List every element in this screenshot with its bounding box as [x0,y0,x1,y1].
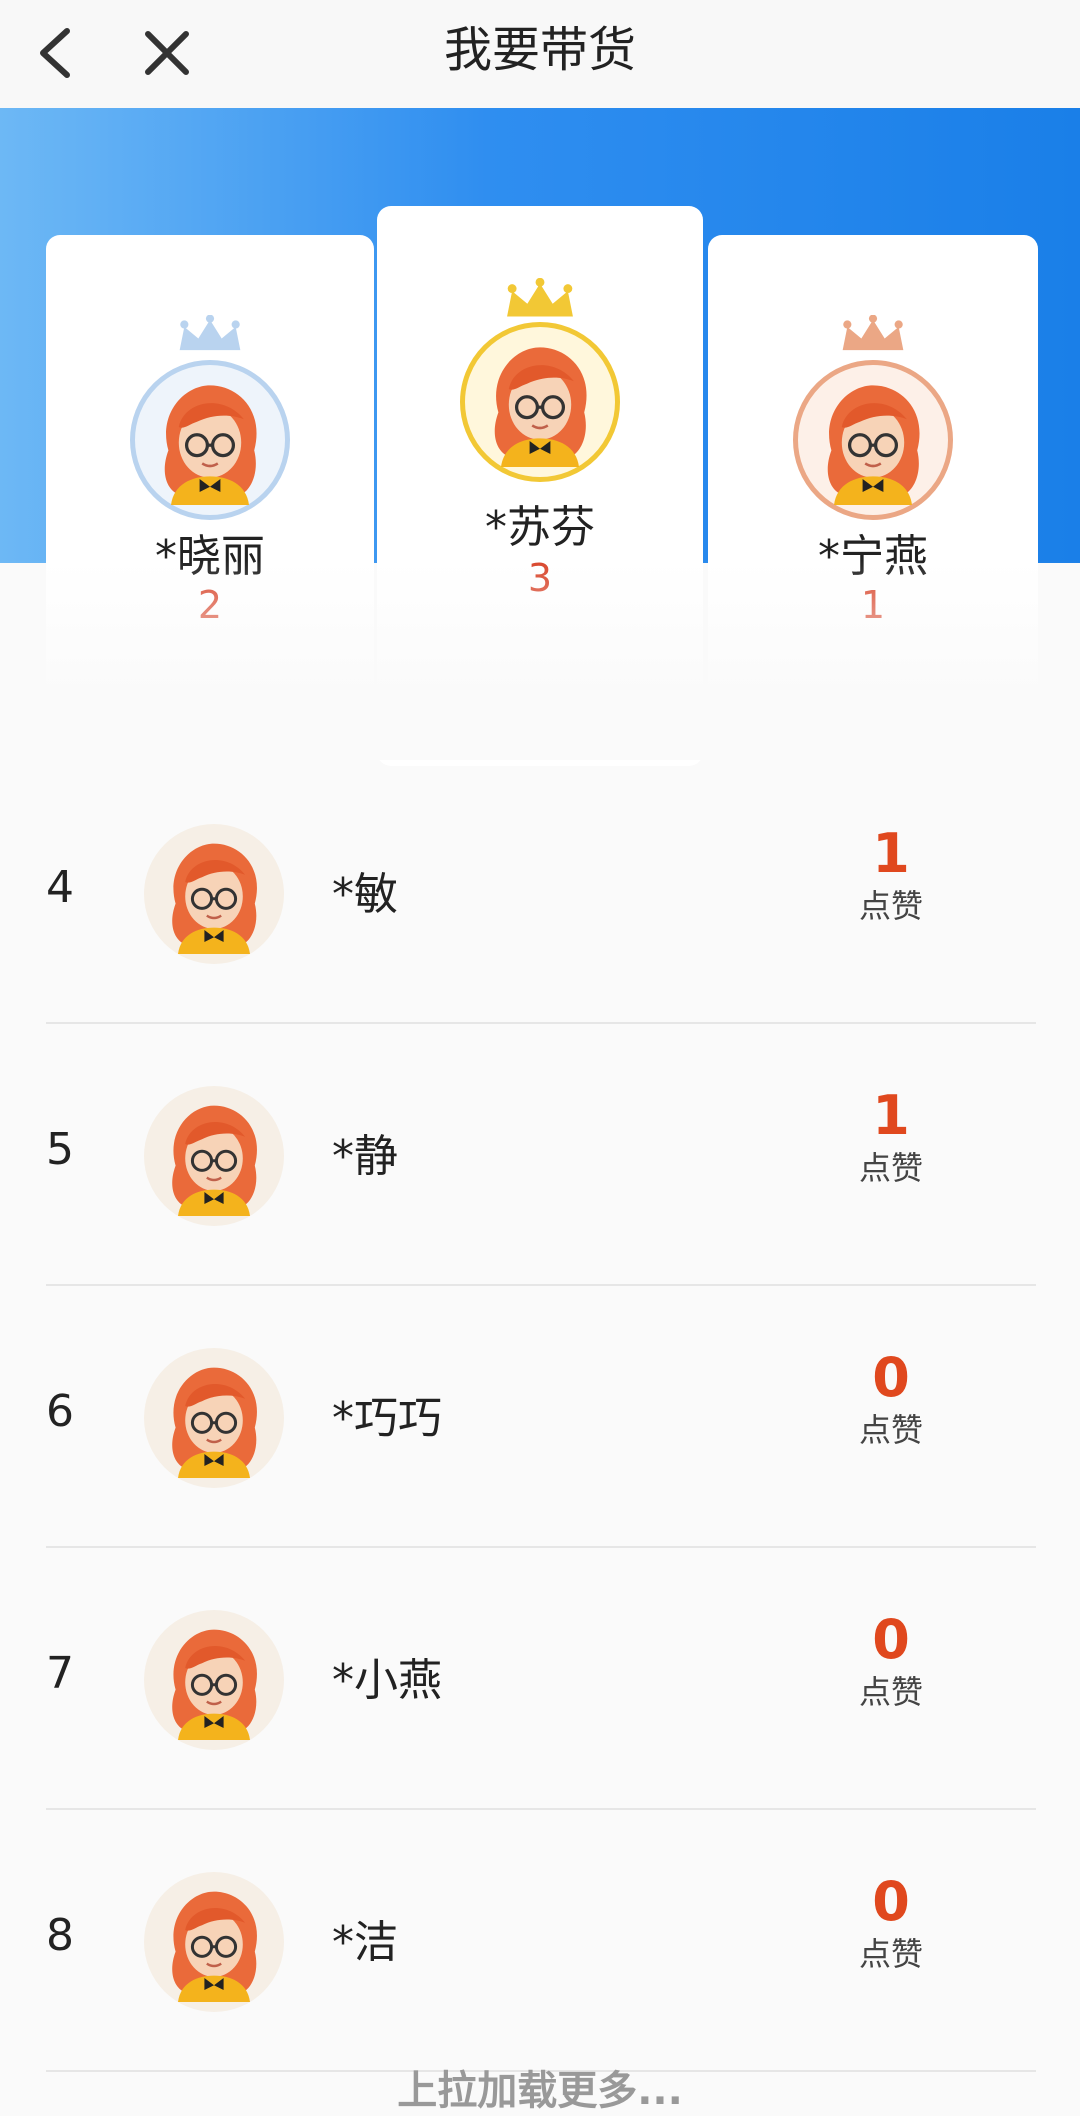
like-count: 0 [872,1346,910,1409]
avatar [144,1086,284,1226]
avatar [144,1610,284,1750]
like-count: 1 [872,1084,910,1147]
like-block: 1 点赞 [836,1084,946,1188]
gold-crown-icon [502,277,578,326]
like-count: 1 [872,822,910,885]
rank-number: 8 [46,1910,74,1961]
list-item[interactable]: 6 *巧巧 0 点赞 [46,1286,1036,1548]
like-block: 0 点赞 [836,1346,946,1450]
list-item[interactable]: 4 *敏 1 点赞 [46,762,1036,1024]
like-block: 0 点赞 [836,1870,946,1974]
like-label: 点赞 [858,1935,923,1973]
avatar [144,824,284,964]
like-block: 1 点赞 [836,822,946,926]
avatar [130,360,290,520]
like-block: 0 点赞 [836,1608,946,1712]
like-label: 点赞 [858,1411,923,1449]
bronze-crown-icon [838,314,908,359]
user-name: *巧巧 [332,1393,442,1444]
page-title: 我要带货 [443,22,636,78]
like-label: 点赞 [858,887,923,925]
like-label: 点赞 [858,1673,923,1711]
user-name: *洁 [332,1917,398,1968]
card-fade-overlay [0,560,1080,760]
avatar [460,322,620,482]
like-count: 0 [872,1608,910,1671]
rank-number: 6 [46,1386,74,1437]
nav-bar: 我要带货 [0,0,1080,108]
podium-name: *苏芬 [485,502,595,553]
list-item[interactable]: 8 *洁 0 点赞 [46,1810,1036,2072]
user-name: *静 [332,1131,398,1182]
rank-number: 5 [46,1124,74,1175]
user-name: *小燕 [332,1655,442,1706]
avatar [144,1872,284,2012]
user-name: *敏 [332,869,398,920]
like-label: 点赞 [858,1149,923,1187]
load-more-hint[interactable]: 上拉加载更多... [0,2058,1080,2116]
rank-number: 4 [46,862,74,913]
silver-crown-icon [175,314,245,359]
avatar [144,1348,284,1488]
list-item[interactable]: 5 *静 1 点赞 [46,1024,1036,1286]
avatar [793,360,953,520]
ranking-list: 4 *敏 1 点赞 5 *静 1 点赞 6 *巧巧 0 点赞 7 *小燕 0 点… [46,762,1036,2072]
like-count: 0 [872,1870,910,1933]
list-item[interactable]: 7 *小燕 0 点赞 [46,1548,1036,1810]
rank-number: 7 [46,1648,74,1699]
